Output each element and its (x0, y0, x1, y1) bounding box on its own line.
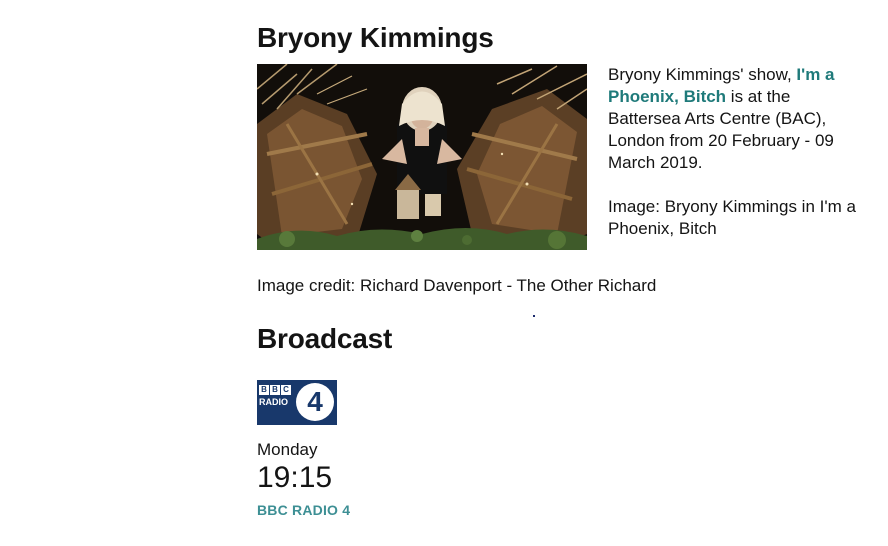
broadcast-day: Monday (257, 440, 318, 459)
image-caption: Image: Bryony Kimmings in I'm a Phoenix,… (608, 197, 856, 238)
bbc-letter-c: C (281, 385, 291, 395)
bbc-letter-b1: B (259, 385, 269, 395)
feature-image (257, 64, 587, 250)
feature-paragraph: Bryony Kimmings' show, I'm a Phoenix, Bi… (608, 64, 863, 174)
feature-intro-text: Bryony Kimmings' show, (608, 65, 797, 84)
feature-heading: Bryony Kimmings (257, 22, 494, 53)
image-credit: Image credit: Richard Davenport - The Ot… (257, 276, 657, 295)
page: Bryony Kimmings Bryony Kimmings' show, I… (0, 0, 888, 546)
broadcast-heading: Broadcast (257, 323, 393, 354)
feature-block: Bryony Kimmings' show, I'm a Phoenix, Bi… (257, 64, 867, 262)
logo-radio-text: RADIO (259, 397, 288, 407)
bbc-radio-4-logo[interactable]: B B C RADIO 4 (257, 380, 337, 425)
main-content: Bryony Kimmings Bryony Kimmings' show, I… (257, 20, 867, 519)
logo-number: 4 (296, 383, 334, 421)
broadcast-station-link[interactable]: BBC RADIO 4 (257, 501, 867, 519)
bbc-blocks: B B C (259, 385, 291, 395)
feature-description: Bryony Kimmings' show, I'm a Phoenix, Bi… (608, 64, 863, 262)
stray-dot (533, 315, 535, 317)
bbc-letter-b2: B (270, 385, 280, 395)
broadcast-time: 19:15 (257, 461, 333, 494)
